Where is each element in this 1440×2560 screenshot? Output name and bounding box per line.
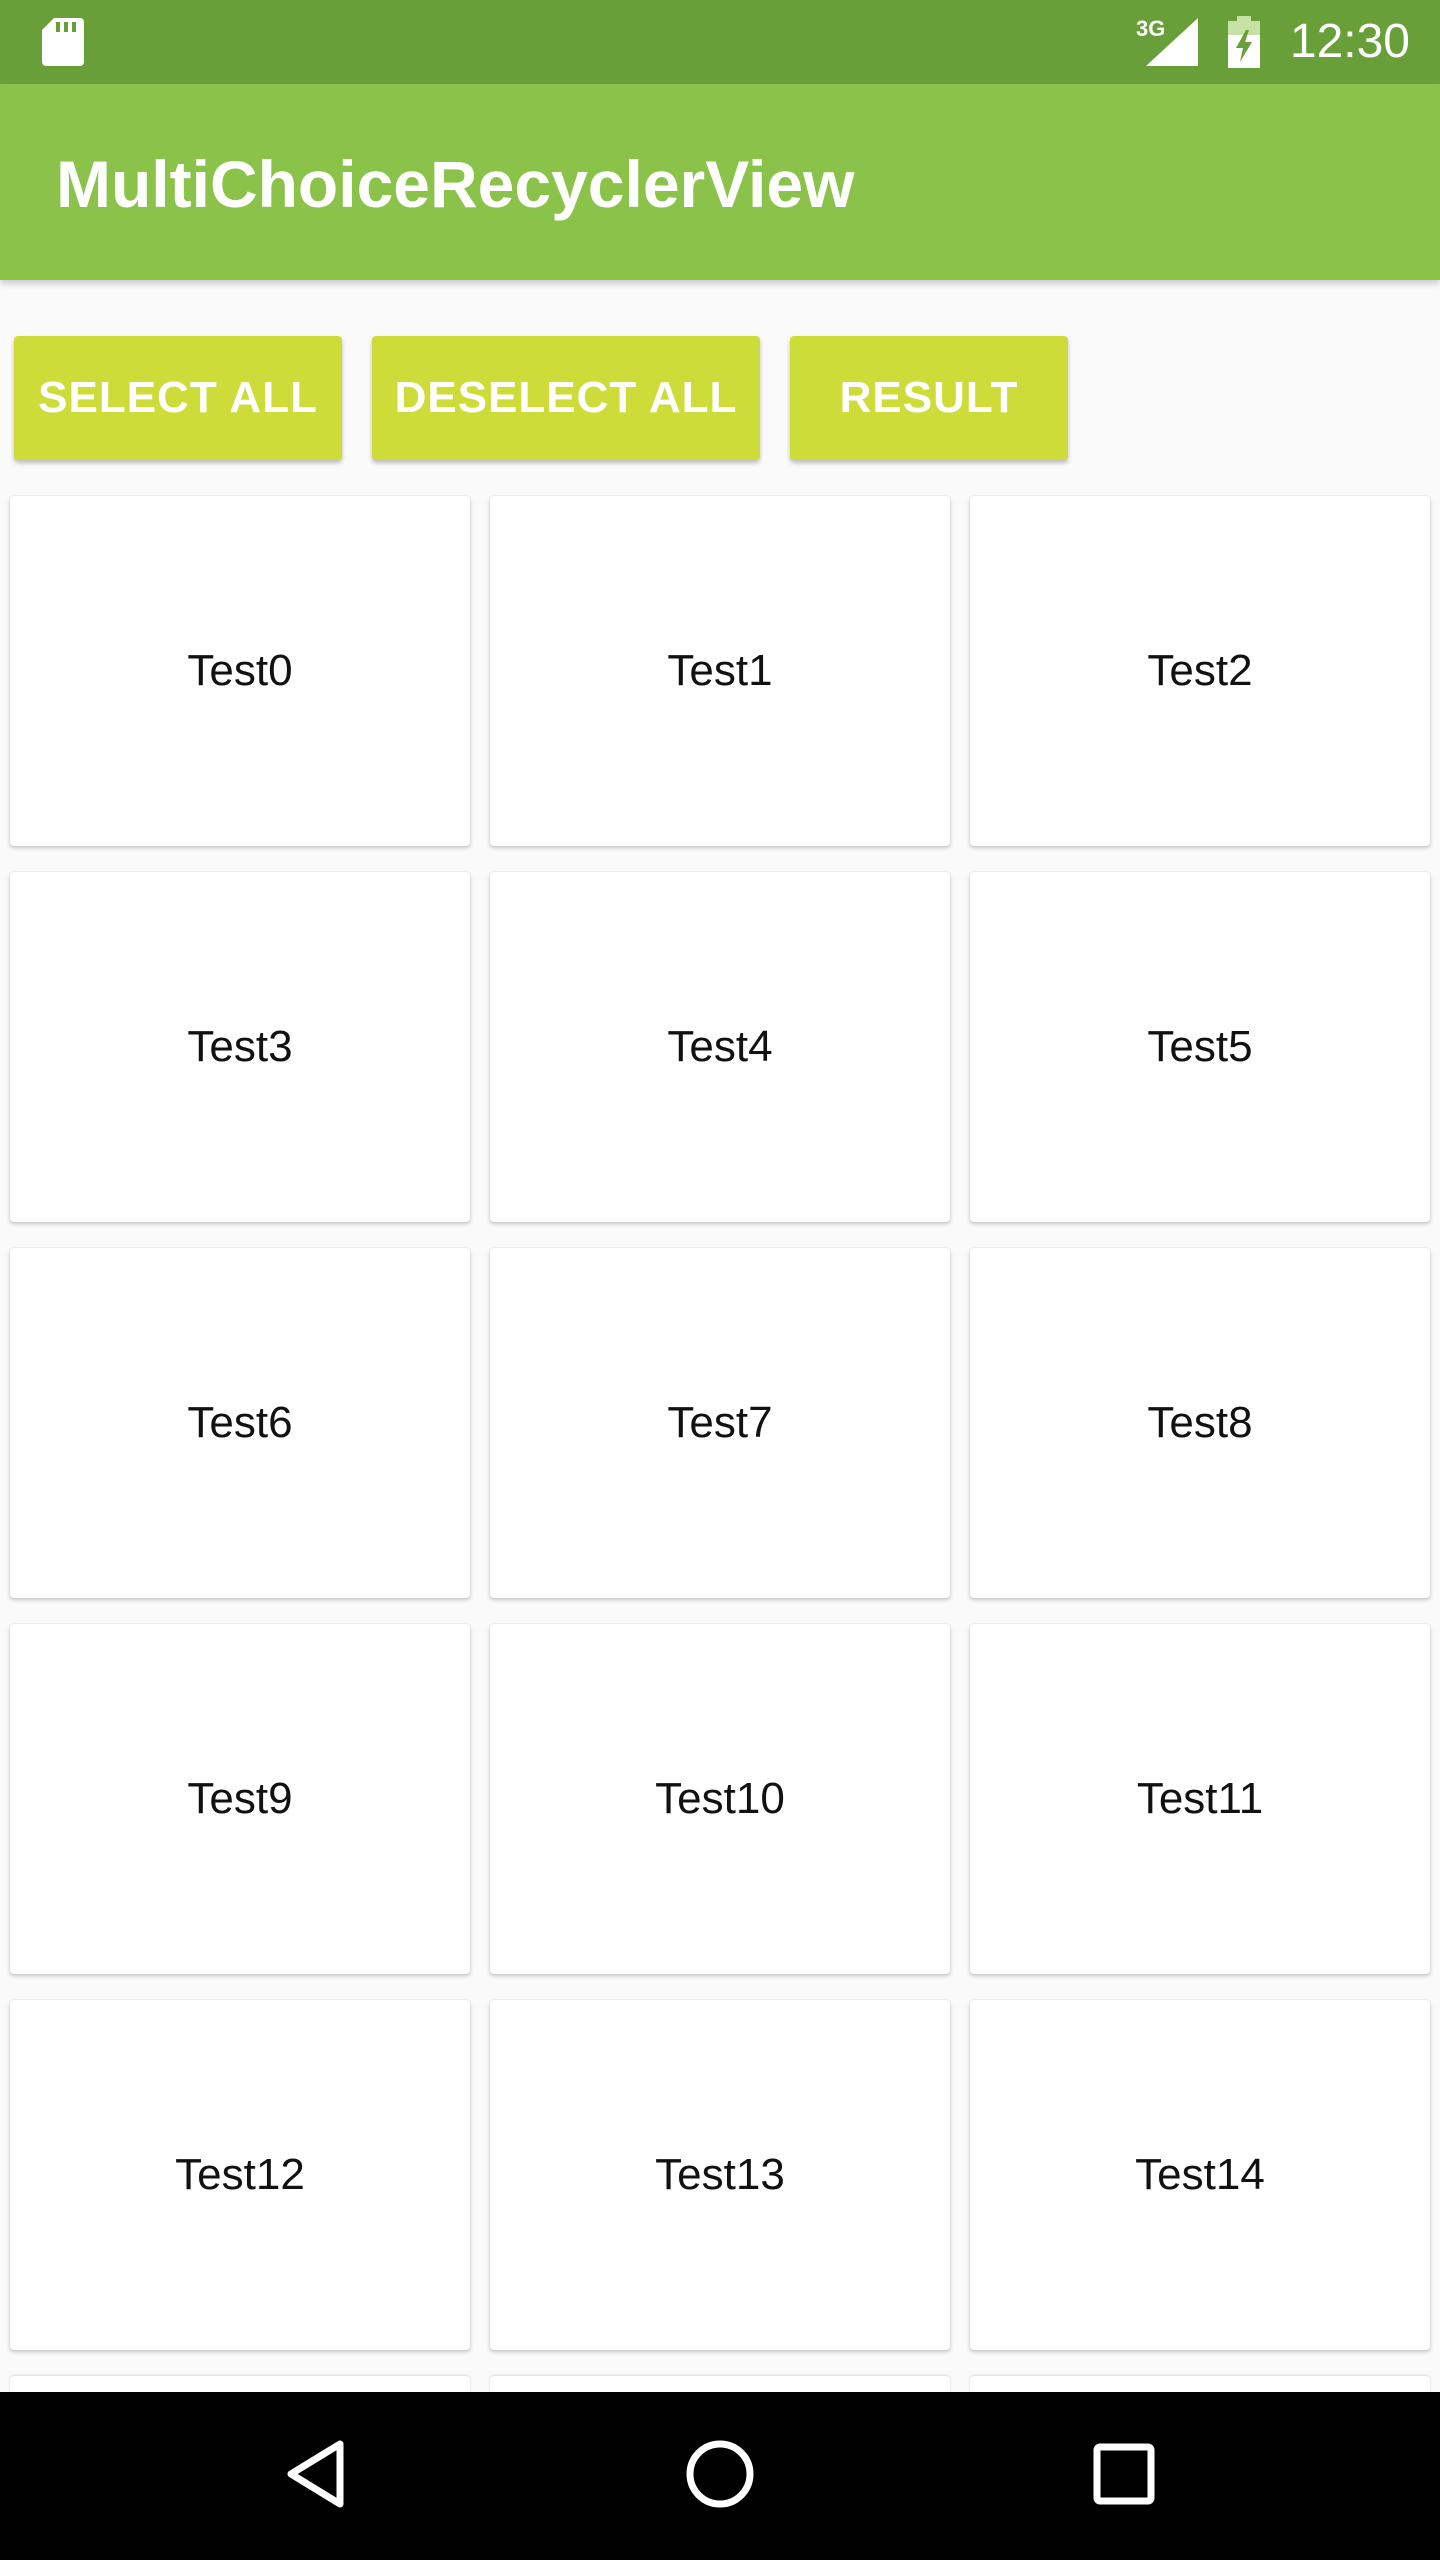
deselect-all-button[interactable]: DESELECT ALL bbox=[372, 336, 760, 460]
grid-item-label: Test9 bbox=[187, 1774, 293, 1823]
grid-item-label: Test4 bbox=[667, 1022, 773, 1071]
grid-item[interactable]: Test0 bbox=[10, 496, 470, 846]
select-all-button[interactable]: SELECT ALL bbox=[14, 336, 342, 460]
grid-item[interactable]: Test7 bbox=[490, 1248, 950, 1598]
grid-item-label: Test8 bbox=[1147, 1398, 1253, 1447]
grid-item-label: Test3 bbox=[187, 1022, 293, 1071]
grid-item-label: Test14 bbox=[1135, 2150, 1265, 2199]
screen: 3G 12:30 MultiChoiceRecyclerView SELECT … bbox=[0, 0, 1440, 2560]
grid-item[interactable]: Test3 bbox=[10, 872, 470, 1222]
grid-item[interactable]: Test1 bbox=[490, 496, 950, 846]
status-clock: 12:30 bbox=[1289, 15, 1410, 68]
grid-item-label: Test11 bbox=[1136, 1774, 1264, 1823]
navigation-bar bbox=[0, 2392, 1440, 2560]
grid-item[interactable]: Test4 bbox=[490, 872, 950, 1222]
grid-item[interactable]: Test11 bbox=[970, 1624, 1430, 1974]
result-button[interactable]: RESULT bbox=[790, 336, 1068, 460]
status-bar: 3G 12:30 bbox=[0, 0, 1440, 84]
grid-item-label: Test7 bbox=[667, 1398, 773, 1447]
back-icon bbox=[284, 2439, 348, 2514]
grid-item[interactable]: Test6 bbox=[10, 1248, 470, 1598]
grid-item-label: Test13 bbox=[655, 2150, 785, 2199]
app-bar: MultiChoiceRecyclerView bbox=[0, 84, 1440, 280]
grid-item[interactable]: Test13 bbox=[490, 2000, 950, 2350]
app-title: MultiChoiceRecyclerView bbox=[56, 147, 855, 221]
grid-item[interactable]: Test8 bbox=[970, 1248, 1430, 1598]
grid-item[interactable]: Test2 bbox=[970, 496, 1430, 846]
item-grid: Test0 Test1 Test2 Test3 Test4 Test5 Test… bbox=[10, 496, 1432, 2394]
grid-item-label: Test10 bbox=[655, 1774, 785, 1823]
grid-item-label: Test6 bbox=[187, 1398, 293, 1447]
grid-item-label: Test2 bbox=[1147, 646, 1253, 695]
back-button[interactable] bbox=[236, 2392, 396, 2560]
home-button[interactable] bbox=[640, 2392, 800, 2560]
grid-item-label: Test1 bbox=[667, 646, 773, 695]
grid-item-label: Test12 bbox=[175, 2150, 305, 2199]
grid-item[interactable]: Test14 bbox=[970, 2000, 1430, 2350]
grid-item-label: Test0 bbox=[187, 646, 293, 695]
sd-card-icon bbox=[42, 18, 84, 71]
home-icon bbox=[685, 2439, 755, 2514]
recent-apps-icon bbox=[1093, 2443, 1155, 2510]
grid-item-label: Test5 bbox=[1147, 1022, 1253, 1071]
recent-apps-button[interactable] bbox=[1044, 2392, 1204, 2560]
signal-icon bbox=[1146, 18, 1198, 71]
grid-item[interactable]: Test12 bbox=[10, 2000, 470, 2350]
grid-item[interactable]: Test9 bbox=[10, 1624, 470, 1974]
battery-charging-icon bbox=[1228, 16, 1260, 73]
grid-item[interactable]: Test5 bbox=[970, 872, 1430, 1222]
grid-item[interactable]: Test10 bbox=[490, 1624, 950, 1974]
